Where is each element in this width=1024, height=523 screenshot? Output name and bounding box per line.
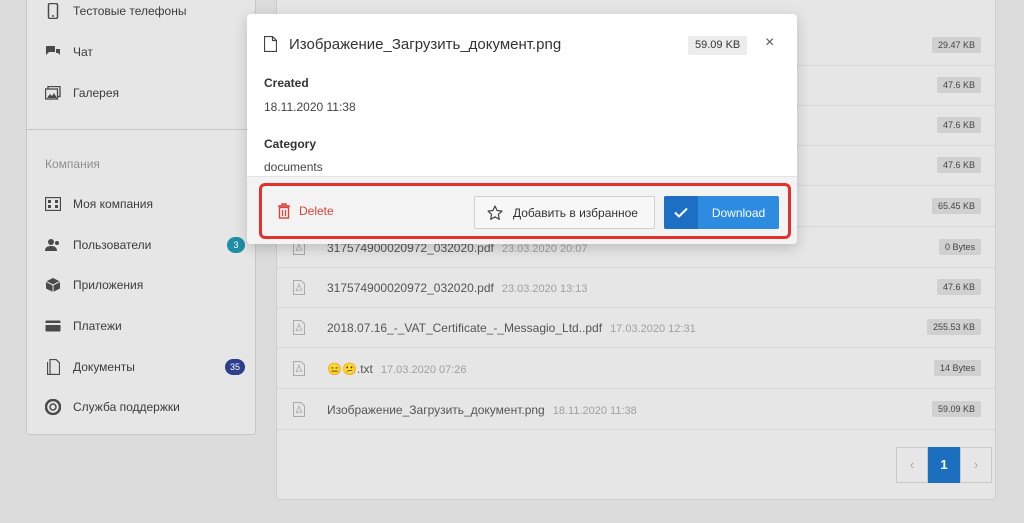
category-label: Category (264, 137, 317, 151)
sidebar-item-label: Пользователи (73, 238, 152, 252)
table-row[interactable]: Изображение_Загрузить_документ.png 18.11.… (277, 390, 995, 430)
sidebar-section-title: Компания (45, 157, 100, 171)
modal-footer: Delete Добавить в избранное Download (247, 176, 797, 244)
add-to-favorites-button[interactable]: Добавить в избранное (474, 196, 655, 229)
table-row[interactable]: 2018.07.16_-_VAT_Certificate_-_Messagio_… (277, 308, 995, 348)
pagination-page-1[interactable]: 1 (928, 447, 960, 483)
file-name[interactable]: 😑😕.txt 17.03.2020 07:26 (327, 362, 467, 376)
payments-icon (45, 318, 61, 334)
file-size-badge: 29.47 KB (931, 37, 981, 53)
sidebar-item-label: Чат (73, 45, 93, 59)
users-count-badge: 3 (227, 237, 245, 253)
sidebar-item-label: Тестовые телефоны (73, 4, 187, 18)
file-size-badge: 14 Bytes (933, 360, 981, 376)
modal-title: Изображение_Загрузить_документ.png (289, 36, 562, 53)
sidebar-item-test-phones[interactable]: Тестовые телефоны (45, 0, 245, 23)
sidebar-divider (27, 129, 255, 130)
chat-icon (45, 44, 61, 60)
sidebar-item-label: Моя компания (73, 197, 153, 211)
delete-label: Delete (299, 204, 334, 218)
file-date: 23.03.2020 13:13 (501, 283, 588, 295)
file-name[interactable]: Изображение_Загрузить_документ.png 18.11.… (327, 403, 637, 417)
table-row[interactable]: 😑😕.txt 17.03.2020 07:26 14 Bytes (277, 349, 995, 389)
file-name-text: Изображение_Загрузить_документ.png (327, 403, 545, 417)
file-name[interactable]: 317574900020972_032020.pdf 23.03.2020 13:… (327, 281, 587, 295)
created-value: 18.11.2020 11:38 (264, 100, 356, 114)
file-size-badge: 59.09 KB (688, 36, 748, 55)
delete-button[interactable]: Delete (277, 196, 334, 226)
file-icon (264, 36, 277, 52)
sidebar-item-users[interactable]: Пользователи 3 (45, 233, 245, 257)
file-size-badge: 47.6 KB (936, 157, 981, 173)
sidebar-item-apps[interactable]: Приложения (45, 273, 245, 297)
file-date: 17.03.2020 07:26 (380, 364, 467, 376)
sidebar-item-label: Служба поддержки (73, 400, 180, 414)
apps-icon (45, 277, 61, 293)
file-name[interactable]: 2018.07.16_-_VAT_Certificate_-_Messagio_… (327, 321, 696, 335)
pagination: ‹ 1 › (896, 447, 992, 483)
file-date: 17.03.2020 12:31 (610, 323, 696, 335)
file-size-badge: 65.45 KB (931, 198, 981, 214)
support-icon (45, 399, 61, 415)
sidebar-item-payments[interactable]: Платежи (45, 314, 245, 338)
sidebar: Тестовые телефоны Чат Галерея Компания М… (26, 0, 256, 435)
file-name-text: 317574900020972_032020.pdf (327, 281, 494, 295)
phone-icon (45, 3, 61, 19)
favorite-label: Добавить в избранное (513, 205, 638, 220)
documents-icon (45, 359, 61, 375)
file-size-badge: 255.53 KB (926, 319, 981, 335)
file-name-text: 😑😕.txt (327, 362, 373, 376)
trash-icon (278, 203, 290, 219)
category-value: documents (264, 160, 323, 174)
sidebar-item-documents[interactable]: Документы 35 (45, 355, 245, 379)
star-icon (487, 204, 503, 220)
pagination-prev-button[interactable]: ‹ (896, 447, 928, 483)
created-label: Created (264, 76, 309, 90)
file-size-badge: 59.09 KB (931, 401, 981, 417)
sidebar-item-label: Галерея (73, 86, 120, 100)
company-icon (45, 196, 61, 212)
download-button[interactable]: Download (664, 196, 779, 229)
file-name-text: 2018.07.16_-_VAT_Certificate_-_Messagio_… (327, 321, 603, 335)
file-size-badge: 0 Bytes (938, 239, 981, 255)
close-icon[interactable]: × (765, 34, 774, 52)
file-details-modal: Изображение_Загрузить_документ.png 59.09… (247, 14, 797, 244)
file-date: 18.11.2020 11:38 (552, 405, 637, 417)
file-date: 23.03.2020 20:07 (501, 243, 588, 255)
documents-count-badge: 35 (224, 359, 245, 375)
pagination-next-button[interactable]: › (960, 447, 992, 483)
table-row[interactable]: 317574900020972_032020.pdf 23.03.2020 13:… (277, 268, 995, 308)
check-icon (664, 196, 698, 229)
download-label: Download (711, 205, 766, 220)
sidebar-item-my-company[interactable]: Моя компания (45, 192, 245, 216)
sidebar-item-gallery[interactable]: Галерея (45, 81, 245, 105)
gallery-icon (45, 85, 61, 101)
pdf-file-icon (293, 402, 305, 417)
sidebar-item-label: Документы (73, 360, 135, 374)
sidebar-item-label: Платежи (73, 319, 122, 333)
file-size-badge: 47.6 KB (936, 77, 981, 93)
pdf-file-icon (293, 361, 305, 376)
pdf-file-icon (293, 280, 305, 295)
users-icon (45, 237, 61, 253)
sidebar-item-support[interactable]: Служба поддержки (45, 395, 245, 419)
file-size-badge: 47.6 KB (936, 279, 981, 295)
pdf-file-icon (293, 320, 305, 335)
sidebar-item-label: Приложения (73, 278, 144, 292)
sidebar-item-chat[interactable]: Чат (45, 40, 245, 64)
file-size-badge: 47.6 KB (936, 117, 981, 133)
